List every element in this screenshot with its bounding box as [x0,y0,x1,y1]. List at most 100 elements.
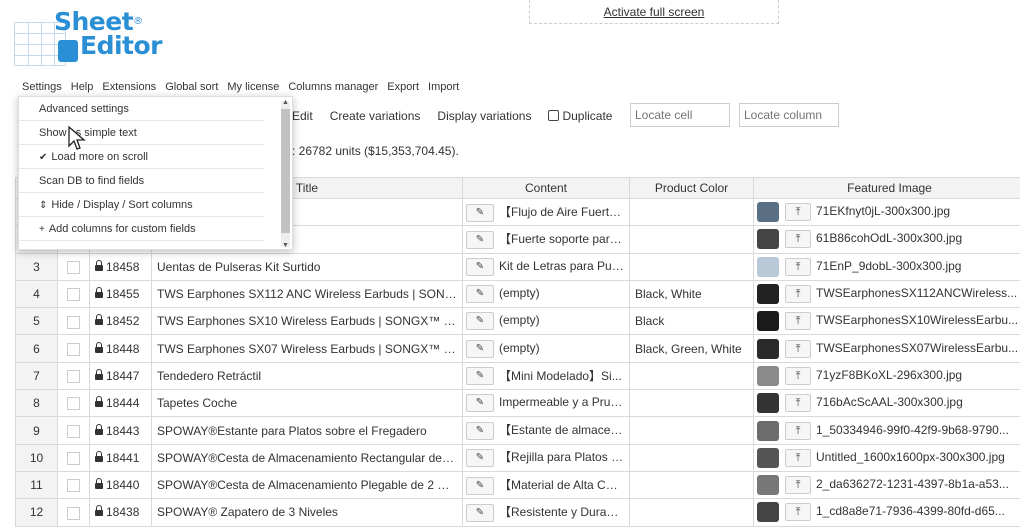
row-checkbox[interactable] [67,370,80,384]
activate-fullscreen-link[interactable]: Activate full screen [604,5,705,19]
row-checkbox[interactable] [67,397,80,411]
upload-icon[interactable]: ⤒ [785,421,811,440]
title-cell[interactable]: SPOWAY® Zapatero de 3 Niveles [151,498,463,527]
content-cell[interactable]: ✎ (empty) [462,334,630,363]
image-cell[interactable]: ⤒ 71yzF8BKoXL-296x300.jpg [753,361,1020,391]
color-cell[interactable] [629,416,754,445]
menu-extensions[interactable]: Extensions [102,80,156,96]
content-cell[interactable]: ✎ Impermeable y a Prue... [462,389,630,418]
color-cell[interactable] [629,498,754,527]
upload-icon[interactable]: ⤒ [785,339,811,358]
id-cell[interactable]: 18458 [89,252,152,281]
row-select-cell[interactable] [57,498,90,527]
title-cell[interactable]: SPOWAY®Estante para Platos sobre el Freg… [151,416,463,445]
header-featured-image[interactable]: Featured Image [753,177,1020,199]
edit-content-icon[interactable]: ✎ [466,476,494,495]
color-cell[interactable] [629,443,754,472]
title-cell[interactable]: SPOWAY®Cesta de Almacenamiento Rectangul… [151,443,463,472]
image-thumbnail[interactable] [757,420,779,441]
dropdown-item-2[interactable]: ✔ Load more on scroll [19,145,264,169]
row-checkbox[interactable] [67,315,80,329]
edit-content-icon[interactable]: ✎ [466,257,494,276]
image-thumbnail[interactable] [757,202,779,223]
dropdown-item-4[interactable]: ⇕ Hide / Display / Sort columns [19,193,264,217]
row-checkbox[interactable] [67,288,80,302]
image-thumbnail[interactable] [757,256,779,277]
row-checkbox[interactable] [67,424,80,438]
upload-icon[interactable]: ⤒ [785,503,811,522]
image-thumbnail[interactable] [757,338,779,359]
content-cell[interactable]: ✎ 【Resistente y Durade... [462,498,630,527]
edit-content-icon[interactable]: ✎ [466,421,494,440]
content-cell[interactable]: ✎ 【Flujo de Aire Fuerte ... [462,197,630,227]
image-thumbnail[interactable] [757,311,779,332]
color-cell[interactable] [629,389,754,418]
upload-icon[interactable]: ⤒ [785,476,811,495]
upload-icon[interactable]: ⤒ [785,285,811,304]
image-thumbnail[interactable] [757,393,779,414]
image-thumbnail[interactable] [757,475,779,496]
id-cell[interactable]: 18438 [89,498,152,527]
row-checkbox[interactable] [67,506,80,520]
row-select-cell[interactable] [57,443,90,472]
upload-icon[interactable]: ⤒ [785,230,811,249]
edit-content-icon[interactable]: ✎ [466,285,494,304]
color-cell[interactable]: Black [629,307,754,336]
image-thumbnail[interactable] [757,447,779,468]
menu-my-license[interactable]: My license [227,80,279,96]
id-cell[interactable]: 18443 [89,416,152,445]
edit-content-icon[interactable]: ✎ [466,394,494,413]
content-cell[interactable]: ✎ 【Estante de almacen... [462,416,630,445]
upload-icon[interactable]: ⤒ [785,394,811,413]
image-cell[interactable]: ⤒ 1_50334946-99f0-42f9-9b68-9790... [753,416,1020,445]
row-select-cell[interactable] [57,361,90,391]
title-cell[interactable]: Tendedero Retráctil [151,361,463,391]
scroll-up-icon[interactable]: ▲ [282,99,289,106]
image-cell[interactable]: ⤒ 2_da636272-1231-4397-8b1a-a53... [753,470,1020,500]
menu-help[interactable]: Help [71,80,94,96]
title-cell[interactable]: Tapetes Coche [151,389,463,418]
upload-icon[interactable]: ⤒ [785,203,811,222]
title-cell[interactable]: TWS Earphones SX07 Wireless Earbuds | SO… [151,334,463,363]
color-cell[interactable] [629,252,754,281]
id-cell[interactable]: 18444 [89,389,152,418]
image-cell[interactable]: ⤒ TWSEarphonesSX112ANCWireless... [753,279,1020,309]
edit-content-icon[interactable]: ✎ [466,503,494,522]
row-select-cell[interactable] [57,252,90,281]
id-cell[interactable]: 18447 [89,361,152,391]
title-cell[interactable]: TWS Earphones SX112 ANC Wireless Earbuds… [151,279,463,309]
row-select-cell[interactable] [57,307,90,336]
dropdown-item-5[interactable]: + Add columns for custom fields [19,217,264,241]
image-thumbnail[interactable] [757,229,779,250]
image-cell[interactable]: ⤒ 1_cd8a8e71-7936-4399-80fd-d65... [753,498,1020,527]
dropdown-item-0[interactable]: Advanced settings [19,97,264,121]
content-cell[interactable]: ✎ 【Material de Alta Cal... [462,470,630,500]
upload-icon[interactable]: ⤒ [785,366,811,385]
edit-content-icon[interactable]: ✎ [466,367,494,386]
content-cell[interactable]: ✎ 【Fuerte soporte para... [462,225,630,254]
edit-content-icon[interactable]: ✎ [466,339,494,358]
color-cell[interactable] [629,197,754,227]
upload-icon[interactable]: ⤒ [785,312,811,331]
image-cell[interactable]: ⤒ 61B86cohOdL-300x300.jpg [753,225,1020,254]
image-cell[interactable]: ⤒ 71EnP_9dobL-300x300.jpg [753,252,1020,281]
image-thumbnail[interactable] [757,502,779,523]
row-select-cell[interactable] [57,470,90,500]
dropdown-scroll-thumb[interactable] [281,109,290,233]
image-thumbnail[interactable] [757,284,779,305]
content-cell[interactable]: ✎ Kit de Letras para Puls... [462,252,630,281]
row-checkbox[interactable] [67,479,80,493]
header-content[interactable]: Content [462,177,630,199]
content-cell[interactable]: ✎ 【Rejilla para Platos d... [462,443,630,472]
menu-settings[interactable]: Settings [22,80,62,96]
edit-content-icon[interactable]: ✎ [466,312,494,331]
dropdown-item-3[interactable]: Scan DB to find fields [19,169,264,193]
row-select-cell[interactable] [57,389,90,418]
header-product-color[interactable]: Product Color [629,177,754,199]
title-cell[interactable]: Uentas de Pulseras Kit Surtido [151,252,463,281]
color-cell[interactable]: Black, Green, White [629,334,754,363]
image-cell[interactable]: ⤒ Untitled_1600x1600px-300x300.jpg [753,443,1020,472]
scroll-down-icon[interactable]: ▼ [282,242,289,249]
color-cell[interactable] [629,470,754,500]
edit-content-icon[interactable]: ✎ [466,230,494,249]
